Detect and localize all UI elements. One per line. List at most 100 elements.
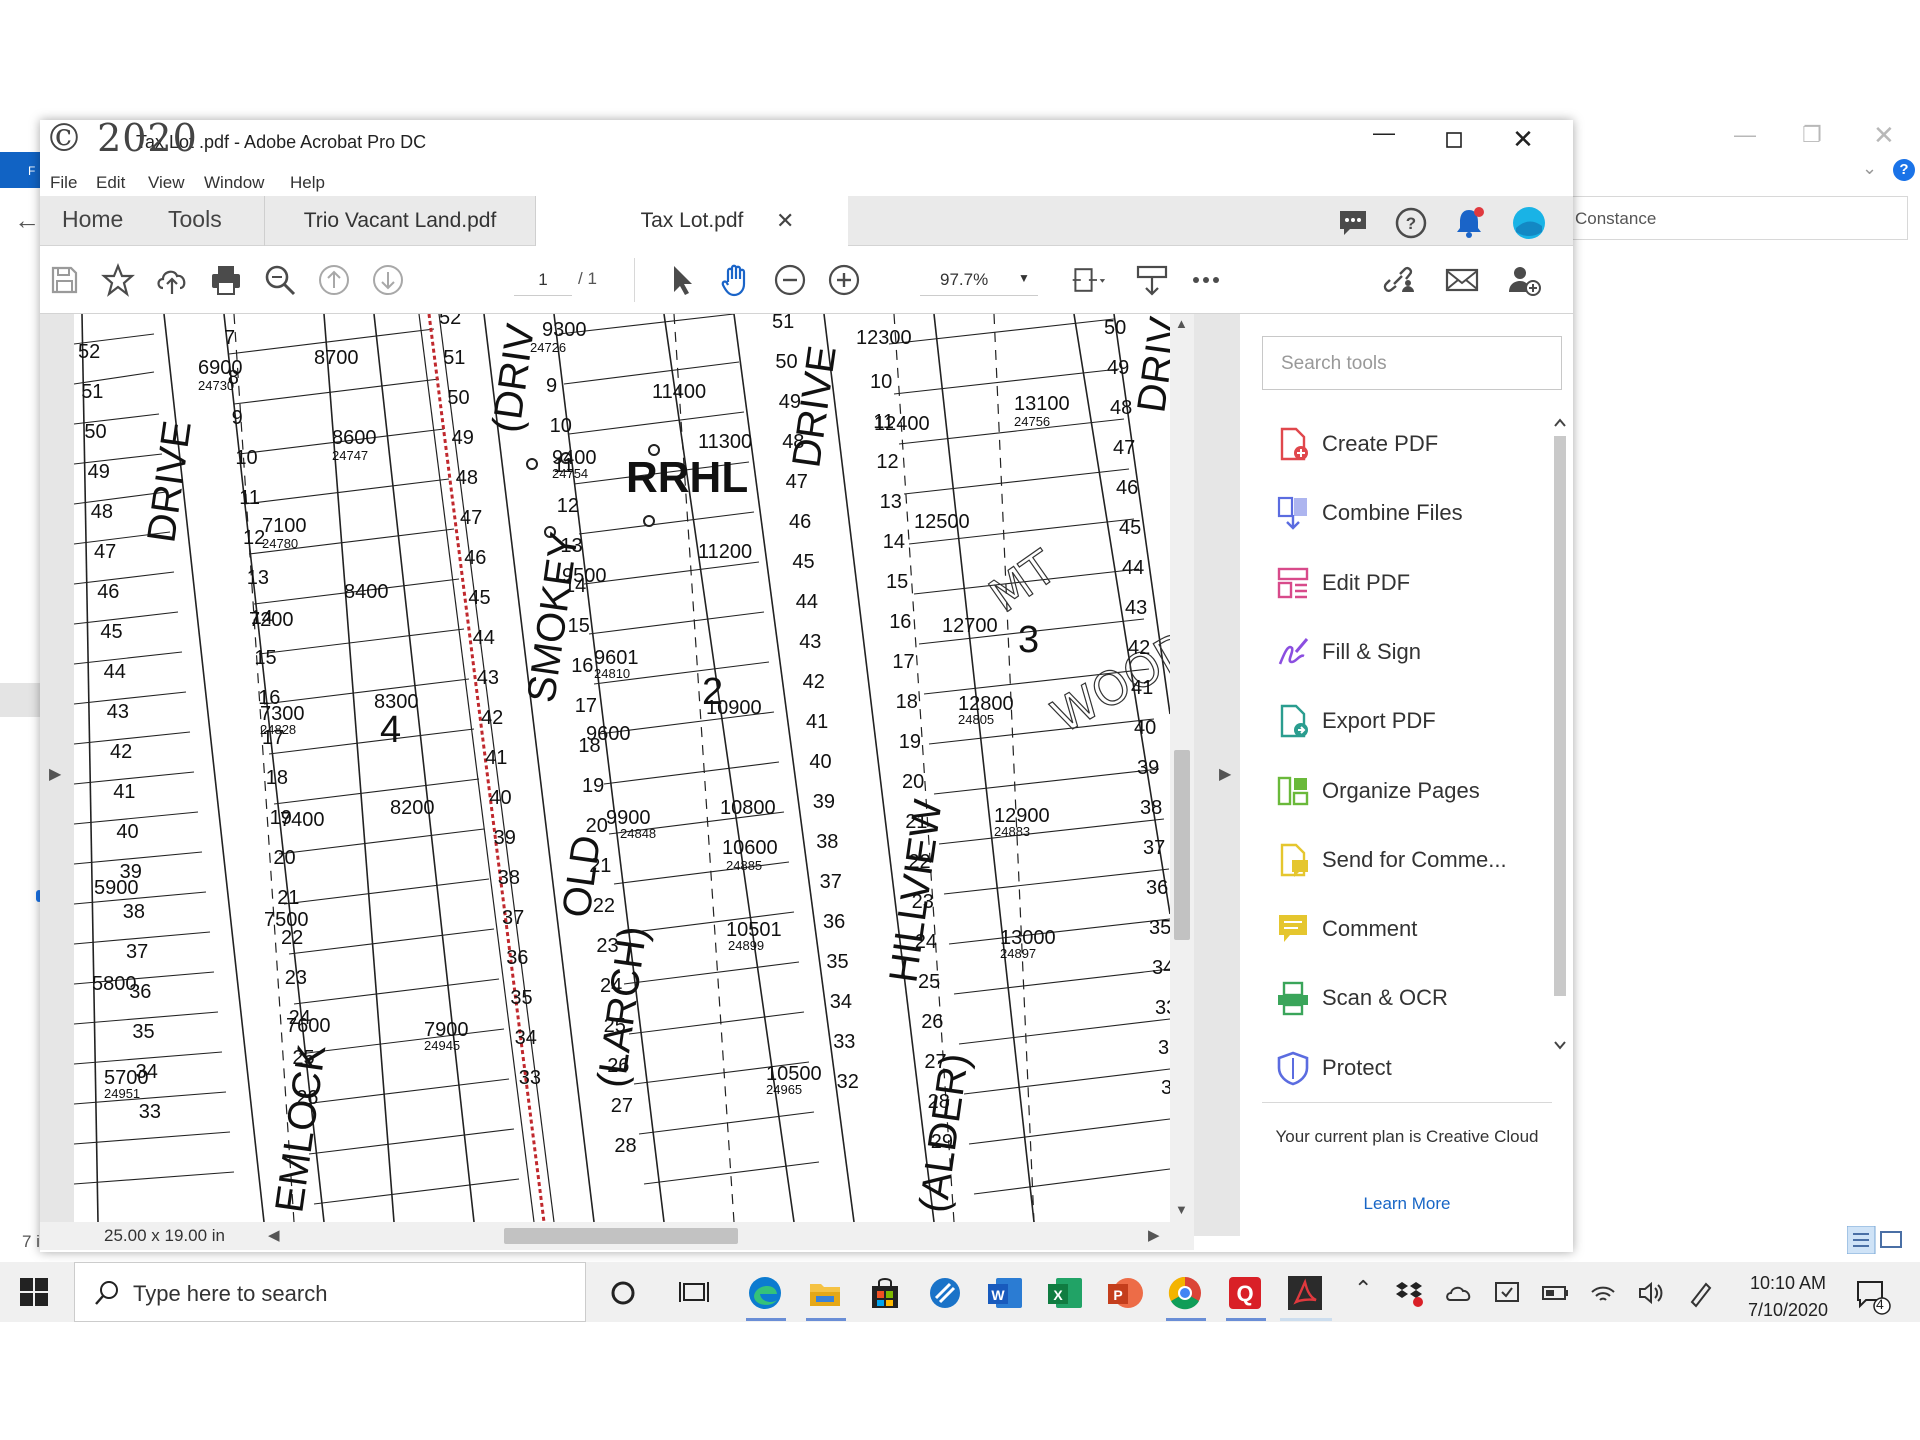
tab-home[interactable]: Home xyxy=(62,206,123,233)
edge-icon[interactable] xyxy=(746,1274,784,1312)
windows-start-icon[interactable] xyxy=(20,1278,48,1306)
wifi-icon[interactable] xyxy=(1588,1278,1618,1308)
chevron-down-icon[interactable]: ⌄ xyxy=(1862,158,1877,179)
close-button[interactable]: ✕ xyxy=(1503,124,1543,154)
page-number-input[interactable]: 1 xyxy=(514,264,572,296)
tool-comment[interactable]: Comment xyxy=(1262,899,1562,959)
menu-help[interactable]: Help xyxy=(290,173,325,193)
lot-row-number: 45 xyxy=(100,621,122,643)
scroll-left-icon[interactable]: ◀ xyxy=(268,1226,280,1244)
volume-icon[interactable] xyxy=(1636,1278,1666,1308)
dropbox-icon[interactable] xyxy=(1394,1278,1424,1308)
tool-protect[interactable]: Protect xyxy=(1262,1038,1562,1098)
zoom-out-icon[interactable] xyxy=(772,262,808,298)
vertical-scroll-thumb[interactable] xyxy=(1174,750,1190,940)
quicken-icon[interactable]: Q xyxy=(1226,1274,1264,1312)
cortana-icon[interactable] xyxy=(604,1274,642,1312)
pdf-page[interactable]: DRIVE DRIVE (DRIV SMOKEY OLD (LARCH) HIL… xyxy=(74,314,1170,1222)
task-view-icon[interactable] xyxy=(676,1274,714,1312)
select-cursor-icon[interactable] xyxy=(664,262,700,298)
chevron-down-icon[interactable]: ▼ xyxy=(1018,271,1030,285)
minimize-button[interactable]: — xyxy=(1364,120,1404,148)
horizontal-scrollbar[interactable]: 25.00 x 19.00 in ◀ ▶ xyxy=(40,1222,1194,1250)
file-explorer-icon[interactable] xyxy=(806,1274,844,1312)
help-icon[interactable]: ? xyxy=(1394,206,1428,240)
system-clock[interactable]: 10:10 AM 7/10/2020 xyxy=(1724,1270,1852,1324)
action-center-icon[interactable] xyxy=(1852,1276,1892,1316)
tray-chevron-up-icon[interactable]: ⌃ xyxy=(1354,1276,1372,1302)
bg-search-input[interactable]: Constance xyxy=(1570,196,1908,240)
scroll-mode-icon[interactable] xyxy=(1134,262,1170,298)
bg-close-button[interactable]: ✕ xyxy=(1873,120,1895,151)
horizontal-scroll-thumb[interactable] xyxy=(504,1228,738,1244)
search-zoom-icon[interactable] xyxy=(262,262,298,298)
bookmark-star-icon[interactable] xyxy=(100,262,136,298)
word-icon[interactable]: W xyxy=(986,1274,1024,1312)
lot-row-number: 32 xyxy=(837,1071,859,1093)
tool-organize-pages[interactable]: Organize Pages xyxy=(1262,761,1562,821)
share-link-icon[interactable] xyxy=(1380,262,1416,298)
fit-page-icon[interactable] xyxy=(1070,262,1106,298)
avatar[interactable] xyxy=(1512,206,1546,240)
lot-row-number: 40 xyxy=(1134,717,1156,739)
print-icon[interactable] xyxy=(208,262,244,298)
tool-export-pdf[interactable]: Export PDF xyxy=(1262,691,1562,751)
tool-scan-ocr[interactable]: Scan & OCR xyxy=(1262,968,1562,1028)
tools-scrollbar[interactable] xyxy=(1550,414,1570,1054)
tool-send-comment[interactable]: Send for Comme... xyxy=(1262,830,1562,890)
bg-minimize-button[interactable]: — xyxy=(1734,122,1756,148)
scroll-up-icon[interactable]: ▲ xyxy=(1175,316,1188,331)
chat-icon[interactable] xyxy=(1336,206,1370,240)
tab-tools[interactable]: Tools xyxy=(168,206,222,233)
tab-document-tax-lot[interactable]: Tax Lot.pdf xyxy=(536,196,848,247)
document-view[interactable]: ▶ DRIVE DRIVE (DRIV SMOKEY OLD (LARCH) H… xyxy=(40,314,1210,1250)
onedrive-icon[interactable] xyxy=(1444,1278,1474,1308)
tool-fill-sign[interactable]: Fill & Sign xyxy=(1262,622,1562,682)
close-tab-icon[interactable]: ✕ xyxy=(776,208,794,234)
hand-tool-icon[interactable] xyxy=(718,262,754,298)
collapse-right-panel-icon[interactable]: ▶ xyxy=(1219,764,1231,784)
menu-edit[interactable]: Edit xyxy=(96,173,125,193)
tool-edit-pdf[interactable]: Edit PDF xyxy=(1262,553,1562,613)
acrobat-taskbar-icon[interactable] xyxy=(1286,1274,1324,1312)
add-user-icon[interactable] xyxy=(1506,262,1542,298)
pen-icon[interactable] xyxy=(1686,1278,1716,1308)
upload-cloud-icon[interactable] xyxy=(154,262,190,298)
tool-combine-files[interactable]: Combine Files xyxy=(1262,483,1562,543)
scroll-down-icon[interactable]: ▼ xyxy=(1175,1202,1188,1217)
save-icon[interactable] xyxy=(46,262,82,298)
help-icon[interactable]: ? xyxy=(1893,159,1915,181)
battery-icon[interactable] xyxy=(1540,1278,1570,1308)
vertical-scrollbar[interactable]: ▲ ▼ xyxy=(1170,314,1194,1222)
learn-more-link[interactable]: Learn More xyxy=(1262,1194,1552,1214)
scroll-right-icon[interactable]: ▶ xyxy=(1148,1226,1160,1244)
bg-restore-button[interactable]: ❐ xyxy=(1802,122,1822,148)
taskbar-search-input[interactable]: Type here to search xyxy=(74,1262,586,1322)
notification-bell-icon[interactable] xyxy=(1452,206,1486,240)
tool-create-pdf[interactable]: Create PDF xyxy=(1262,414,1562,474)
bg-selected-row[interactable] xyxy=(0,683,40,717)
search-tools-input[interactable]: Search tools xyxy=(1262,336,1562,390)
right-panel-toggle[interactable]: ▶ xyxy=(1210,314,1240,1236)
email-icon[interactable] xyxy=(1444,262,1480,298)
view-toggle-icons[interactable] xyxy=(1847,1226,1907,1254)
excel-icon[interactable]: X xyxy=(1046,1274,1084,1312)
menu-window[interactable]: Window xyxy=(204,173,264,193)
menu-view[interactable]: View xyxy=(148,173,185,193)
more-options-icon[interactable] xyxy=(1188,262,1224,298)
tab-document-trio[interactable]: Trio Vacant Land.pdf xyxy=(264,196,536,246)
previous-page-icon[interactable] xyxy=(316,262,352,298)
remote-tool-icon[interactable] xyxy=(926,1274,964,1312)
bg-ribbon-tab[interactable]: F xyxy=(0,152,40,188)
expand-left-panel-icon[interactable]: ▶ xyxy=(49,764,61,784)
left-panel-toggle[interactable]: ▶ xyxy=(40,314,74,1236)
menu-file[interactable]: File xyxy=(50,173,77,193)
maximize-button[interactable] xyxy=(1434,126,1474,154)
store-icon[interactable] xyxy=(866,1274,904,1312)
powerpoint-icon[interactable]: P xyxy=(1106,1274,1144,1312)
zoom-in-icon[interactable] xyxy=(826,262,862,298)
back-arrow-icon[interactable]: ← xyxy=(14,205,40,236)
chrome-icon[interactable] xyxy=(1166,1274,1204,1312)
next-page-icon[interactable] xyxy=(370,262,406,298)
sync-icon[interactable] xyxy=(1492,1278,1522,1308)
